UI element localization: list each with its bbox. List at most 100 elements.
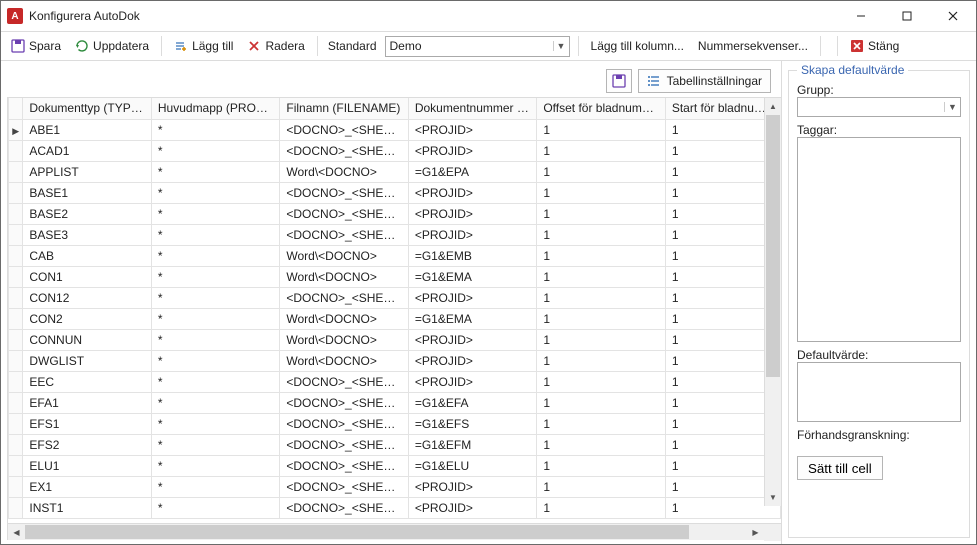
cell[interactable]: <PROJID> xyxy=(408,119,536,140)
taggar-textarea[interactable] xyxy=(797,137,961,342)
cell[interactable]: * xyxy=(151,266,279,287)
table-row[interactable]: CAB*Word\<DOCNO>=G1&EMB11 xyxy=(9,245,781,266)
cell[interactable]: * xyxy=(151,476,279,497)
table-settings-button[interactable]: Tabellinställningar xyxy=(638,69,771,93)
cell[interactable]: * xyxy=(151,224,279,245)
cell[interactable]: APPLIST xyxy=(23,161,151,182)
cell[interactable]: =G1&EFS xyxy=(408,413,536,434)
table-row[interactable]: ▶ABE1*<DOCNO>_<SHEET><PROJID>11 xyxy=(9,119,781,140)
cell[interactable]: CAB xyxy=(23,245,151,266)
row-header[interactable] xyxy=(9,245,23,266)
cell[interactable]: <PROJID> xyxy=(408,497,536,518)
cell[interactable]: 1 xyxy=(537,119,665,140)
cell[interactable]: <DOCNO>_<SHEET> xyxy=(280,119,408,140)
cell[interactable]: <PROJID> xyxy=(408,476,536,497)
grid-save-button[interactable] xyxy=(606,69,632,93)
cell[interactable]: INST1 xyxy=(23,497,151,518)
cell[interactable]: * xyxy=(151,329,279,350)
row-header[interactable] xyxy=(9,413,23,434)
cell[interactable]: BASE3 xyxy=(23,224,151,245)
cell[interactable]: * xyxy=(151,413,279,434)
cell[interactable]: <PROJID> xyxy=(408,287,536,308)
cell[interactable]: BASE1 xyxy=(23,182,151,203)
cell[interactable]: <DOCNO>_<SHEET> xyxy=(280,455,408,476)
close-button[interactable]: Stäng xyxy=(844,36,905,56)
table-row[interactable]: INST1*<DOCNO>_<SHEET><PROJID>11 xyxy=(9,497,781,518)
vertical-scrollbar[interactable]: ▲ ▼ xyxy=(764,98,781,506)
cell[interactable]: EFS1 xyxy=(23,413,151,434)
cell[interactable]: DWGLIST xyxy=(23,350,151,371)
maximize-button[interactable] xyxy=(884,1,930,31)
table-row[interactable]: CONNUN*Word\<DOCNO><PROJID>11 xyxy=(9,329,781,350)
row-header[interactable] xyxy=(9,371,23,392)
grid-table[interactable]: Dokumenttyp (TYPE_...Huvudmapp (PROJID)F… xyxy=(8,98,781,519)
table-row[interactable]: CON12*<DOCNO>_<SHEET><PROJID>11 xyxy=(9,287,781,308)
column-header[interactable]: Huvudmapp (PROJID) xyxy=(151,98,279,119)
table-row[interactable]: ACAD1*<DOCNO>_<SHEET><PROJID>11 xyxy=(9,140,781,161)
cell[interactable]: =G1&EMA xyxy=(408,266,536,287)
row-header[interactable] xyxy=(9,161,23,182)
cell[interactable]: <DOCNO>_<SHEET> xyxy=(280,203,408,224)
cell[interactable]: <DOCNO>_<SHEET> xyxy=(280,224,408,245)
table-row[interactable]: EFS2*<DOCNO>_<SHEET>=G1&EFM11 xyxy=(9,434,781,455)
close-window-button[interactable] xyxy=(930,1,976,31)
cell[interactable]: 1 xyxy=(537,161,665,182)
cell[interactable]: EFA1 xyxy=(23,392,151,413)
cell[interactable]: * xyxy=(151,497,279,518)
table-row[interactable]: BASE2*<DOCNO>_<SHEET><PROJID>11 xyxy=(9,203,781,224)
minimize-button[interactable] xyxy=(838,1,884,31)
cell[interactable]: * xyxy=(151,245,279,266)
column-header[interactable]: Dokumenttyp (TYPE_... xyxy=(23,98,151,119)
row-header[interactable] xyxy=(9,224,23,245)
cell[interactable]: =G1&EMB xyxy=(408,245,536,266)
row-header[interactable] xyxy=(9,476,23,497)
cell[interactable]: =G1&EMA xyxy=(408,308,536,329)
cell[interactable]: * xyxy=(151,287,279,308)
cell[interactable]: 1 xyxy=(537,434,665,455)
default-textarea[interactable] xyxy=(797,362,961,422)
cell[interactable]: =G1&EFA xyxy=(408,392,536,413)
cell[interactable]: <PROJID> xyxy=(408,350,536,371)
cell[interactable]: <PROJID> xyxy=(408,140,536,161)
table-row[interactable]: CON2*Word\<DOCNO>=G1&EMA11 xyxy=(9,308,781,329)
cell[interactable]: <PROJID> xyxy=(408,329,536,350)
row-header[interactable] xyxy=(9,308,23,329)
table-row[interactable]: DWGLIST*Word\<DOCNO><PROJID>11 xyxy=(9,350,781,371)
cell[interactable]: ELU1 xyxy=(23,455,151,476)
cell[interactable]: <DOCNO>_<SHEET> xyxy=(280,392,408,413)
row-header[interactable] xyxy=(9,350,23,371)
cell[interactable]: 1 xyxy=(537,413,665,434)
cell[interactable]: * xyxy=(151,392,279,413)
table-row[interactable]: BASE1*<DOCNO>_<SHEET><PROJID>11 xyxy=(9,182,781,203)
cell[interactable]: 1 xyxy=(537,182,665,203)
row-header[interactable]: ▶ xyxy=(9,119,23,140)
column-header[interactable]: Offset för bladnumme... xyxy=(537,98,665,119)
row-header[interactable] xyxy=(9,140,23,161)
cell[interactable]: * xyxy=(151,455,279,476)
scroll-thumb[interactable] xyxy=(766,115,780,377)
cell[interactable]: * xyxy=(151,119,279,140)
row-header[interactable] xyxy=(9,182,23,203)
cell[interactable]: 1 xyxy=(537,350,665,371)
cell[interactable]: 1 xyxy=(537,308,665,329)
cell[interactable]: CON1 xyxy=(23,266,151,287)
cell[interactable]: CON12 xyxy=(23,287,151,308)
cell[interactable]: 1 xyxy=(537,497,665,518)
cell[interactable]: <DOCNO>_<SHEET> xyxy=(280,287,408,308)
cell[interactable]: <DOCNO>_<SHEET> xyxy=(280,182,408,203)
row-header[interactable] xyxy=(9,455,23,476)
cell[interactable]: EFS2 xyxy=(23,434,151,455)
cell[interactable]: 1 xyxy=(537,287,665,308)
cell[interactable]: <DOCNO>_<SHEET> xyxy=(280,497,408,518)
row-header[interactable] xyxy=(9,266,23,287)
cell[interactable]: 1 xyxy=(537,455,665,476)
cell[interactable]: * xyxy=(151,203,279,224)
standard-combo[interactable]: Demo ▼ xyxy=(385,36,570,57)
cell[interactable]: 1 xyxy=(537,266,665,287)
cell[interactable]: * xyxy=(151,371,279,392)
cell[interactable]: CONNUN xyxy=(23,329,151,350)
grupp-combo[interactable]: ▼ xyxy=(797,97,961,117)
cell[interactable]: <PROJID> xyxy=(408,371,536,392)
cell[interactable]: <DOCNO>_<SHEET> xyxy=(280,476,408,497)
cell[interactable]: <DOCNO>_<SHEET> xyxy=(280,140,408,161)
